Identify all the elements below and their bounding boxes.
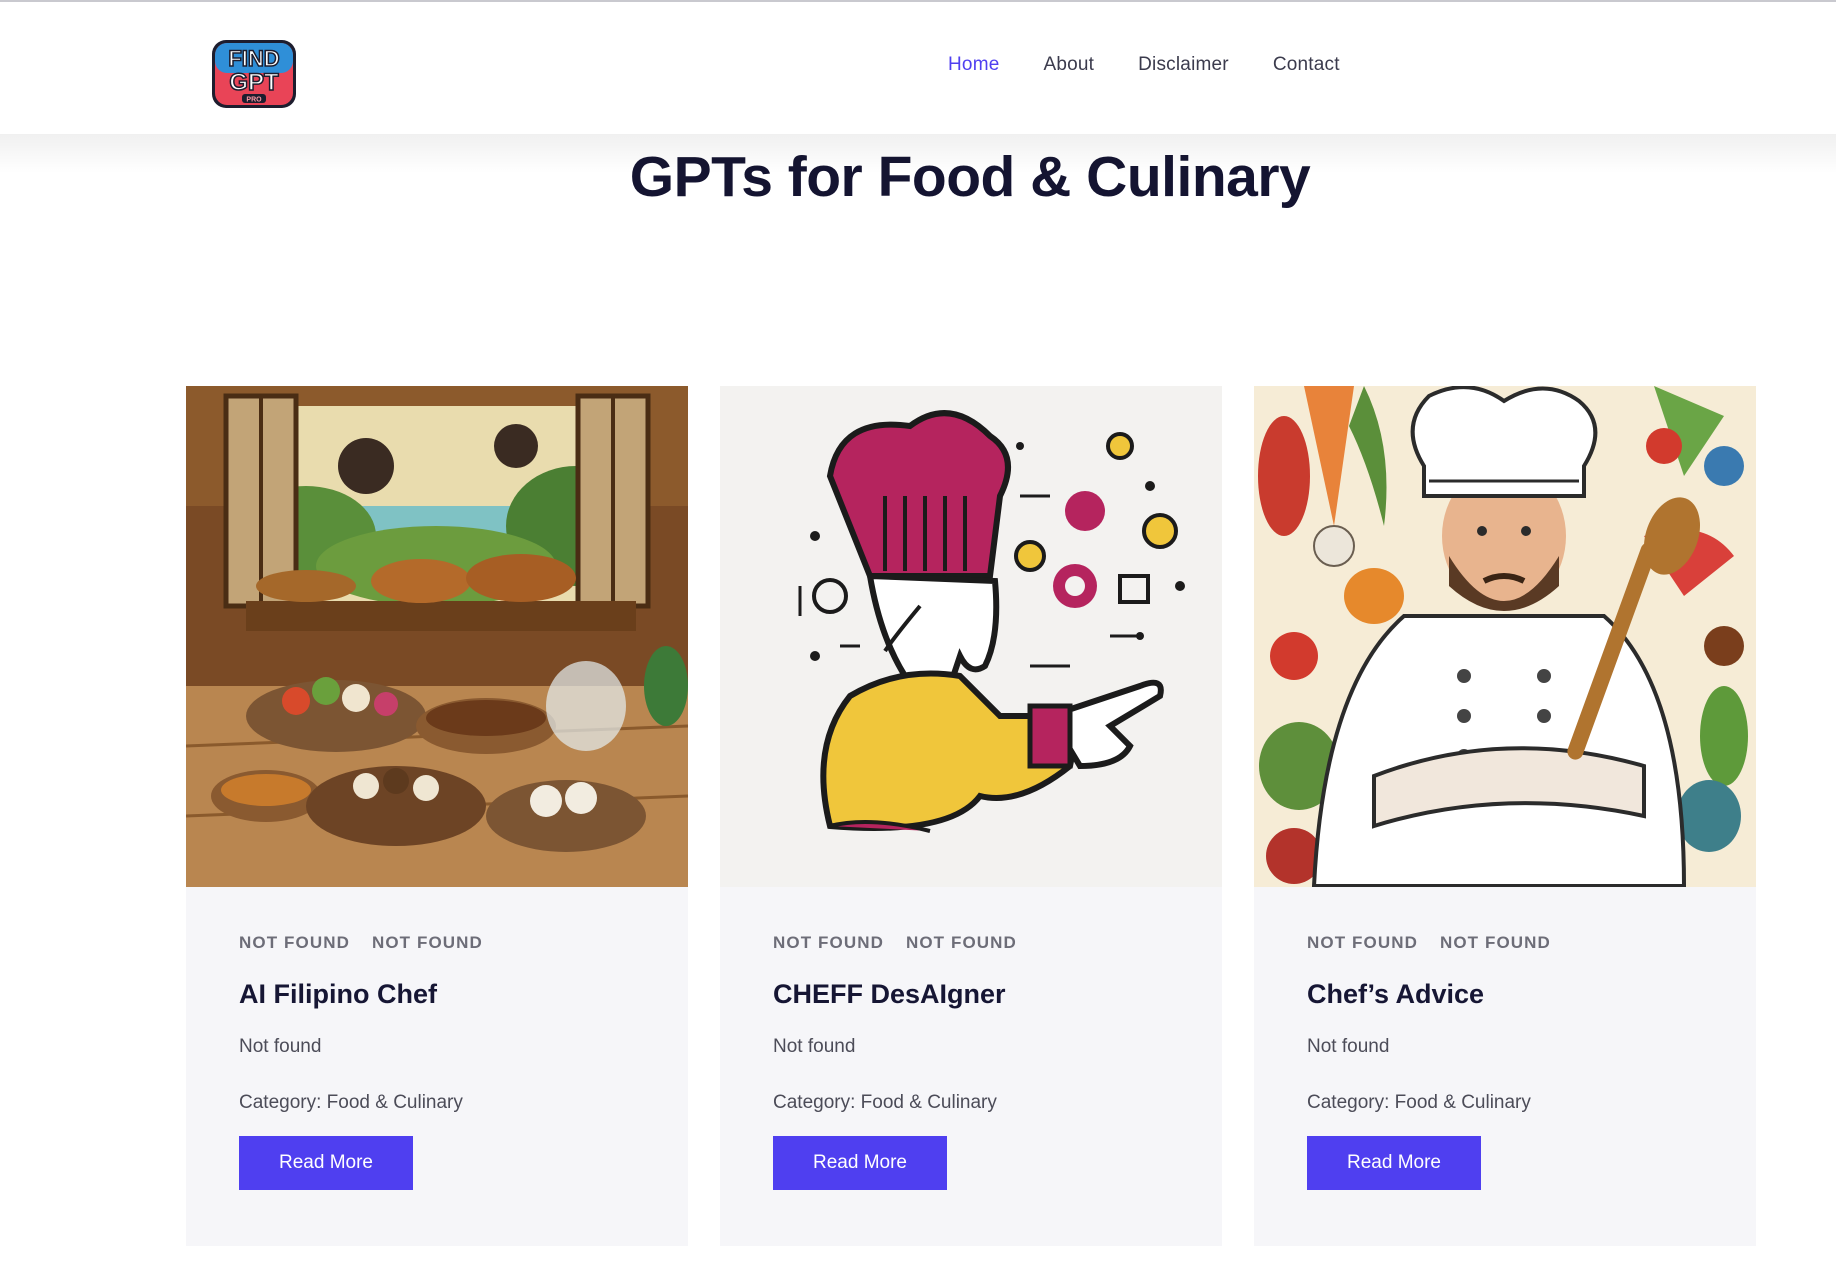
card-image-filipino-kitchen[interactable] [186, 386, 688, 887]
read-more-button[interactable]: Read More [773, 1136, 947, 1190]
card-body: NOT FOUND NOT FOUND AI Filipino Chef Not… [186, 887, 688, 1190]
card-tags: NOT FOUND NOT FOUND [773, 933, 1169, 953]
card-category: Category: Food & Culinary [1307, 1092, 1531, 1113]
chef-designer-image [720, 386, 1222, 887]
card-description: Not found [773, 1036, 856, 1057]
card-body: NOT FOUND NOT FOUND Chef’s Advice Not fo… [1254, 887, 1756, 1190]
card-description: Not found [1307, 1036, 1390, 1057]
svg-text:GPT: GPT [229, 69, 279, 96]
tag[interactable]: NOT FOUND [372, 933, 483, 953]
tag[interactable]: NOT FOUND [773, 933, 884, 953]
gpt-card: NOT FOUND NOT FOUND AI Filipino Chef Not… [186, 386, 688, 1246]
svg-text:PRO: PRO [246, 97, 262, 104]
nav-contact[interactable]: Contact [1273, 54, 1340, 76]
card-category: Category: Food & Culinary [239, 1092, 463, 1113]
nav-disclaimer[interactable]: Disclaimer [1138, 54, 1229, 76]
site-header: FIND GPT PRO Home About Disclaimer Conta… [0, 2, 1836, 134]
card-body: NOT FOUND NOT FOUND CHEFF DesAIgner Not … [720, 887, 1222, 1190]
card-grid: NOT FOUND NOT FOUND AI Filipino Chef Not… [186, 386, 1756, 1246]
card-image-chefs-advice[interactable] [1254, 386, 1756, 887]
card-tags: NOT FOUND NOT FOUND [239, 933, 635, 953]
read-more-button[interactable]: Read More [1307, 1136, 1481, 1190]
tag[interactable]: NOT FOUND [1307, 933, 1418, 953]
tag[interactable]: NOT FOUND [1440, 933, 1551, 953]
card-description: Not found [239, 1036, 322, 1057]
header-shadow [0, 134, 1836, 174]
findgpt-logo-icon: FIND GPT PRO [212, 40, 296, 108]
gpt-card: NOT FOUND NOT FOUND Chef’s Advice Not fo… [1254, 386, 1756, 1246]
nav-home[interactable]: Home [948, 54, 999, 76]
card-title[interactable]: CHEFF DesAIgner [773, 979, 1169, 1010]
card-category: Category: Food & Culinary [773, 1092, 997, 1113]
card-tags: NOT FOUND NOT FOUND [1307, 933, 1703, 953]
read-more-button[interactable]: Read More [239, 1136, 413, 1190]
card-title[interactable]: Chef’s Advice [1307, 979, 1703, 1010]
main-nav: Home About Disclaimer Contact [948, 54, 1384, 76]
filipino-feast-image [186, 386, 688, 887]
gpt-card: NOT FOUND NOT FOUND CHEFF DesAIgner Not … [720, 386, 1222, 1246]
svg-text:FIND: FIND [228, 46, 279, 71]
tag[interactable]: NOT FOUND [906, 933, 1017, 953]
chefs-advice-image [1254, 386, 1756, 887]
tag[interactable]: NOT FOUND [239, 933, 350, 953]
site-logo[interactable]: FIND GPT PRO [210, 36, 298, 112]
card-image-chef-designer[interactable] [720, 386, 1222, 887]
card-title[interactable]: AI Filipino Chef [239, 979, 635, 1010]
nav-about[interactable]: About [1043, 54, 1094, 76]
